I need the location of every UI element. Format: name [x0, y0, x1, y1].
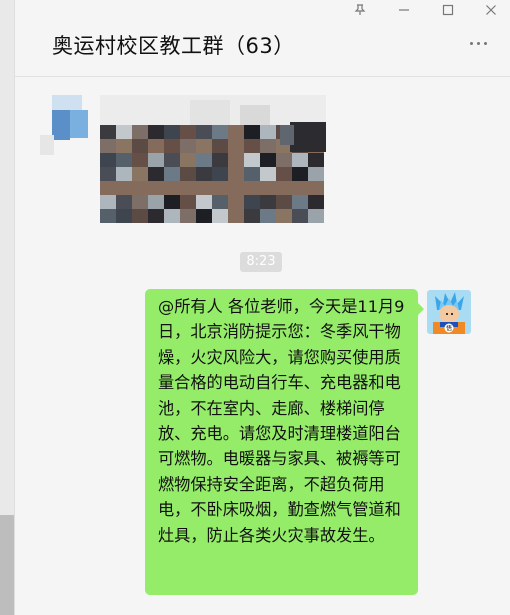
close-icon[interactable]: [483, 2, 499, 18]
image-message[interactable]: [40, 60, 330, 230]
minimize-icon[interactable]: [396, 2, 412, 18]
maximize-icon[interactable]: [440, 2, 456, 18]
message-bubble[interactable]: @所有人 各位老师，今天是11月9日，北京消防提示您：冬季风干物燥，火灾风险大，…: [145, 289, 424, 595]
more-icon[interactable]: [470, 36, 494, 50]
chat-title: 奥运村校区教工群（63）: [52, 34, 295, 58]
conversation-list-edge: [0, 0, 15, 615]
avatar[interactable]: 悟: [427, 290, 471, 334]
pin-icon[interactable]: [352, 2, 368, 18]
scroll-edge: [0, 515, 14, 615]
svg-text:悟: 悟: [446, 325, 452, 333]
message-timestamp: 8:23: [240, 252, 282, 272]
